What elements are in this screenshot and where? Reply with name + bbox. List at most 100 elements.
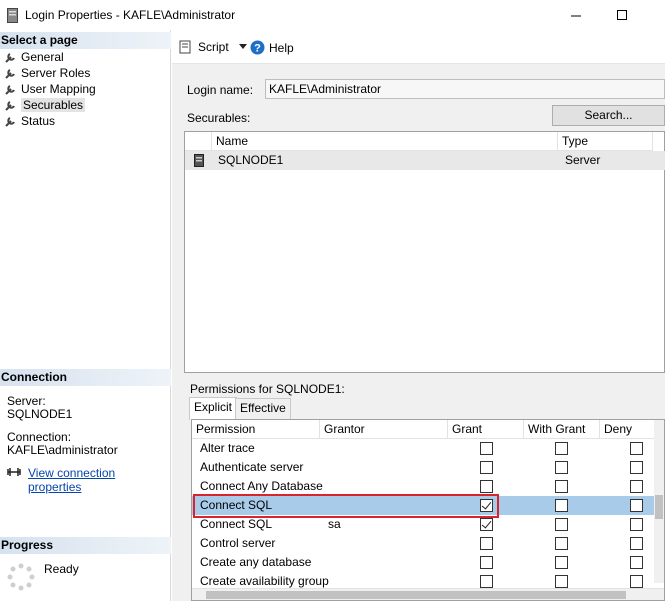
deny-checkbox[interactable] xyxy=(630,442,643,455)
vertical-scrollbar[interactable] xyxy=(654,420,664,583)
deny-checkbox[interactable] xyxy=(630,480,643,493)
minimize-icon xyxy=(570,15,581,16)
page-item-status[interactable]: Status xyxy=(4,113,55,129)
page-item-general[interactable]: General xyxy=(4,49,64,65)
script-icon xyxy=(179,40,191,54)
scrollbar-thumb[interactable] xyxy=(206,591,626,599)
help-label: Help xyxy=(269,40,294,55)
page-item-label: Securables xyxy=(21,98,86,112)
with-grant-checkbox[interactable] xyxy=(555,442,568,455)
permission-name: Connect SQL xyxy=(200,517,273,531)
column-header-grantor[interactable]: Grantor xyxy=(320,420,448,439)
deny-checkbox[interactable] xyxy=(630,518,643,531)
server-icon xyxy=(194,154,204,167)
script-label: Script xyxy=(198,40,229,54)
table-row[interactable]: Connect SQL xyxy=(192,496,656,515)
connection-icon xyxy=(7,468,21,476)
script-button[interactable]: Script xyxy=(179,40,247,54)
permission-name: Connect SQL xyxy=(200,498,273,512)
column-header-grant[interactable]: Grant xyxy=(448,420,524,439)
grant-checkbox[interactable] xyxy=(480,537,493,550)
page-item-label: General xyxy=(21,50,64,64)
left-panel: Select a page General Server Roles User … xyxy=(0,30,171,601)
select-page-header: Select a page xyxy=(0,32,171,49)
grantor-value xyxy=(320,553,328,572)
minimize-button[interactable] xyxy=(553,0,599,30)
grid-corner xyxy=(185,132,212,151)
with-grant-checkbox[interactable] xyxy=(555,556,568,569)
grantor-value xyxy=(320,439,328,458)
securable-name: SQLNODE1 xyxy=(218,153,284,167)
column-header-deny[interactable]: Deny xyxy=(600,420,656,439)
with-grant-checkbox[interactable] xyxy=(555,518,568,531)
column-header-name[interactable]: Name xyxy=(212,132,558,151)
table-row[interactable]: Create any database xyxy=(192,553,656,572)
deny-checkbox[interactable] xyxy=(630,575,643,588)
table-row[interactable]: Authenticate server xyxy=(192,458,656,477)
table-row[interactable]: Alter trace xyxy=(192,439,656,458)
grant-checkbox[interactable] xyxy=(480,480,493,493)
wrench-icon xyxy=(5,68,15,79)
server-value: SQLNODE1 xyxy=(7,407,73,421)
grant-checkbox[interactable] xyxy=(480,556,493,569)
permissions-grid[interactable]: Permission Grantor Grant With Grant Deny… xyxy=(191,419,665,601)
deny-checkbox[interactable] xyxy=(630,556,643,569)
tab-explicit[interactable]: Explicit xyxy=(189,397,238,420)
permission-name: Connect Any Database xyxy=(200,479,323,493)
with-grant-checkbox[interactable] xyxy=(555,499,568,512)
tab-effective[interactable]: Effective xyxy=(235,398,291,419)
progress-status: Ready xyxy=(44,562,79,576)
maximize-icon xyxy=(616,9,627,20)
help-button[interactable]: ? Help xyxy=(250,40,294,55)
with-grant-checkbox[interactable] xyxy=(555,461,568,474)
page-item-securables[interactable]: Securables xyxy=(4,97,86,113)
grantor-value xyxy=(320,496,328,515)
permission-name: Create any database xyxy=(200,555,312,569)
grantor-value: sa xyxy=(328,517,341,531)
deny-checkbox[interactable] xyxy=(630,499,643,512)
deny-checkbox[interactable] xyxy=(630,461,643,474)
maximize-button[interactable] xyxy=(599,0,645,30)
chevron-down-icon[interactable] xyxy=(238,44,247,50)
column-header-with-grant[interactable]: With Grant xyxy=(524,420,600,439)
grant-checkbox[interactable] xyxy=(480,461,493,474)
with-grant-checkbox[interactable] xyxy=(555,575,568,588)
svg-text:?: ? xyxy=(254,43,261,55)
table-row[interactable]: SQLNODE1 Server xyxy=(185,151,665,170)
page-item-label: Status xyxy=(21,114,56,128)
login-name-field[interactable]: KAFLE\Administrator xyxy=(265,79,665,99)
help-icon: ? xyxy=(250,40,265,55)
column-header-permission[interactable]: Permission xyxy=(192,420,320,439)
wrench-icon xyxy=(5,100,15,111)
securable-type: Server xyxy=(565,153,601,167)
column-header-type[interactable]: Type xyxy=(558,132,653,151)
page-item-label: User Mapping xyxy=(21,82,96,96)
table-row[interactable]: Control server xyxy=(192,534,656,553)
wrench-icon xyxy=(5,52,15,63)
grant-checkbox[interactable] xyxy=(480,499,493,512)
view-connection-properties-link[interactable]: View connection properties xyxy=(28,466,170,494)
login-name-label: Login name: xyxy=(187,83,254,97)
table-row[interactable]: Connect Any Database xyxy=(192,477,656,496)
search-button[interactable]: Search... xyxy=(552,105,665,126)
table-row[interactable]: Connect SQL sa xyxy=(192,515,656,534)
page-item-server-roles[interactable]: Server Roles xyxy=(4,65,90,81)
page-item-label: Server Roles xyxy=(21,66,91,80)
scrollbar-thumb[interactable] xyxy=(655,495,663,519)
deny-checkbox[interactable] xyxy=(630,537,643,550)
connection-header: Connection xyxy=(0,369,171,386)
horizontal-scrollbar[interactable] xyxy=(192,588,664,600)
server-icon xyxy=(7,8,18,23)
securables-label: Securables: xyxy=(187,111,251,125)
grantor-value xyxy=(320,458,328,477)
title-bar: Login Properties - KAFLE\Administrator xyxy=(0,0,665,30)
with-grant-checkbox[interactable] xyxy=(555,480,568,493)
permissions-label: Permissions for SQLNODE1: xyxy=(190,382,345,396)
grantor-value xyxy=(320,534,328,553)
page-item-user-mapping[interactable]: User Mapping xyxy=(4,81,96,97)
grant-checkbox[interactable] xyxy=(480,575,493,588)
grant-checkbox[interactable] xyxy=(480,518,493,531)
grant-checkbox[interactable] xyxy=(480,442,493,455)
securables-grid[interactable]: Name Type SQLNODE1 Server xyxy=(184,131,665,373)
with-grant-checkbox[interactable] xyxy=(555,537,568,550)
